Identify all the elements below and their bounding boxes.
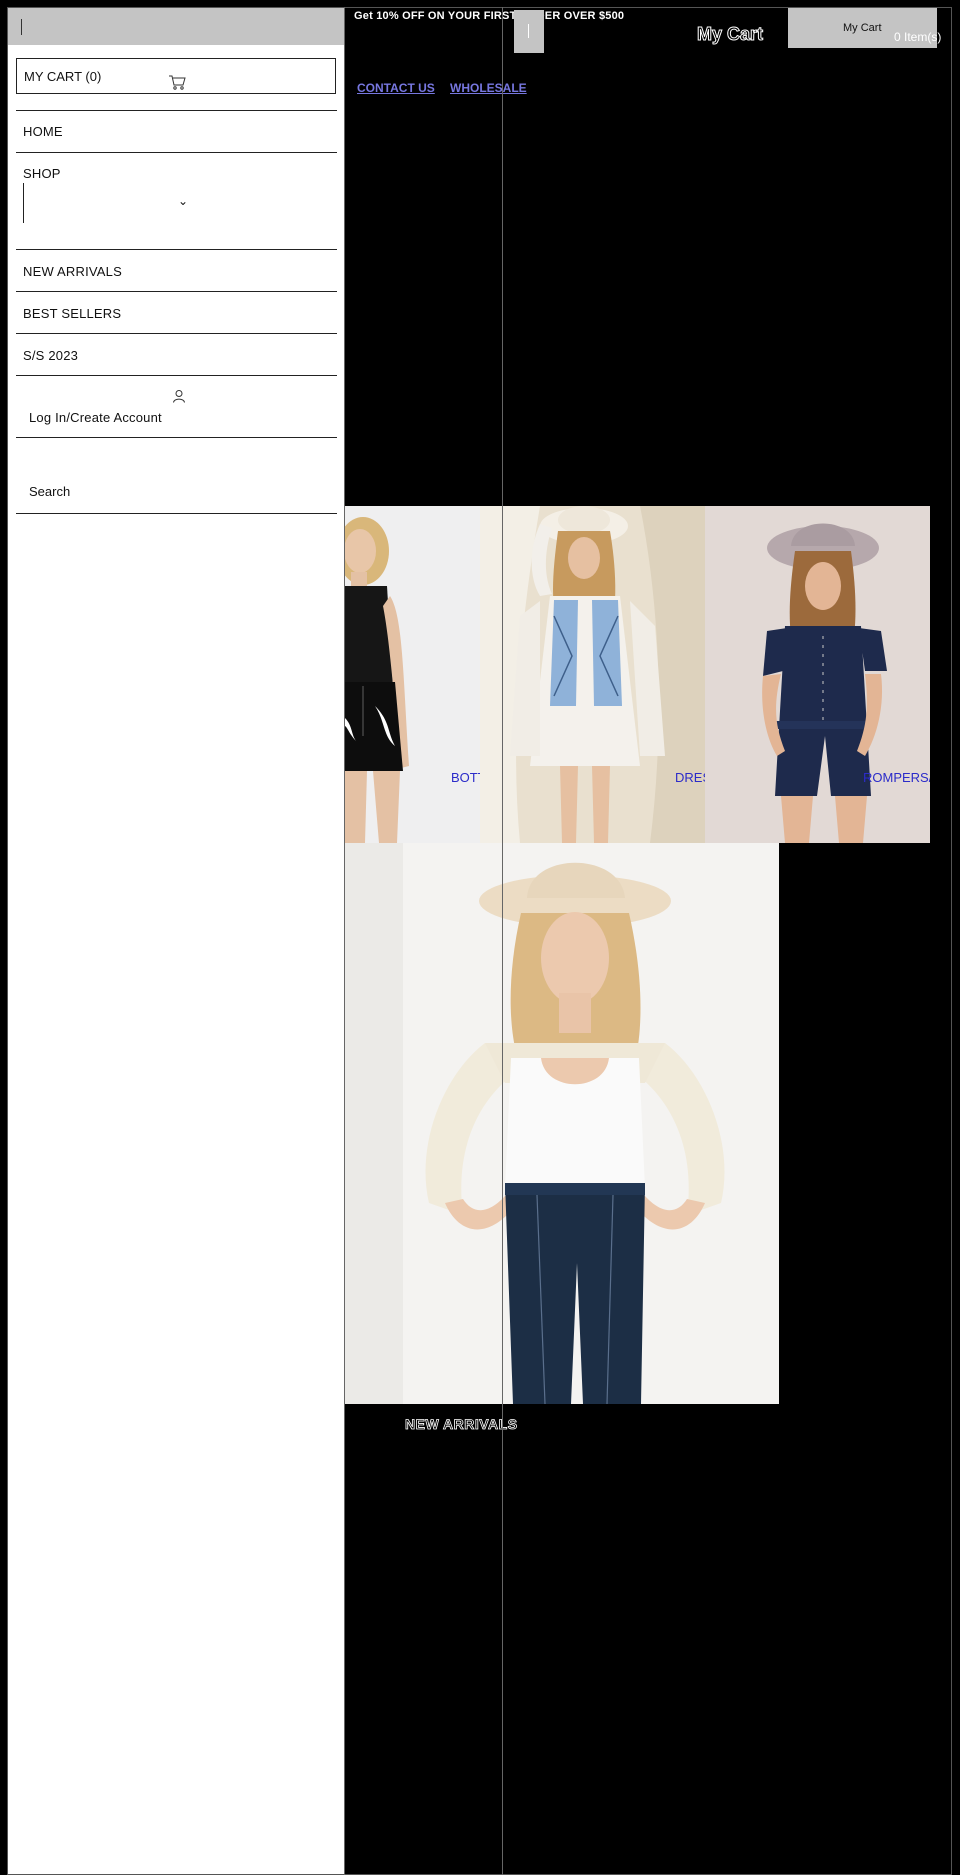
header-toggle-button[interactable]: [514, 10, 544, 53]
shop-dropdown[interactable]: ⌄: [23, 183, 193, 223]
nav-ss-2023[interactable]: S/S 2023: [23, 348, 78, 363]
rompers-photo: [705, 506, 930, 843]
my-cart-title: My Cart: [696, 24, 764, 45]
collection-label[interactable]: ROMPERS/J: [863, 770, 930, 785]
chevron-down-icon: ⌄: [178, 194, 189, 208]
collection-label[interactable]: BOTT: [451, 770, 480, 785]
divider: [16, 152, 337, 153]
user-icon: [173, 390, 185, 403]
drawer-cart-label: MY CART (0): [24, 69, 102, 84]
text-cursor: [528, 24, 529, 38]
drawer-cart-button[interactable]: MY CART (0): [16, 58, 336, 94]
divider: [16, 513, 337, 514]
new-arrivals-heading: NEW ARRIVALS: [405, 1416, 518, 1433]
collection-carousel: BOTT DRES: [345, 506, 930, 843]
cart-item-count: 0 Item(s): [894, 30, 942, 44]
collection-tile-bottoms[interactable]: BOTT: [345, 506, 480, 843]
divider: [16, 291, 337, 292]
wholesale-link[interactable]: WHOLESALE: [450, 81, 527, 95]
divider: [16, 110, 337, 111]
my-cart-button-label: My Cart: [843, 22, 882, 34]
text-cursor: [21, 19, 22, 35]
collection-tile-rompers[interactable]: ROMPERS/J: [705, 506, 930, 843]
drawer-header-bar: [8, 8, 345, 45]
bottoms-photo: [345, 506, 480, 843]
nav-shop[interactable]: SHOP: [23, 166, 61, 181]
featured-hero-image[interactable]: [345, 843, 779, 1404]
divider: [16, 437, 337, 438]
dresses-photo: [480, 506, 705, 843]
divider: [16, 333, 337, 334]
divider: [16, 249, 337, 250]
login-link[interactable]: Log In/Create Account: [29, 410, 162, 425]
divider-line: [344, 7, 345, 1875]
nav-best-sellers[interactable]: BEST SELLERS: [23, 306, 121, 321]
divider-line: [502, 7, 503, 1875]
nav-home[interactable]: HOME: [23, 124, 63, 139]
dropdown-border: [23, 183, 24, 223]
cart-icon: [169, 75, 186, 90]
collection-tile-dresses[interactable]: DRES: [480, 506, 705, 843]
drawer-search-field[interactable]: Search: [29, 484, 70, 499]
contact-us-link[interactable]: CONTACT US: [357, 81, 435, 95]
collection-label[interactable]: DRES: [675, 770, 705, 785]
nav-new-arrivals[interactable]: NEW ARRIVALS: [23, 264, 122, 279]
hero-photo: [345, 843, 779, 1404]
side-drawer: MY CART (0) HOME SHOP ⌄ NEW ARRIVALS BES…: [8, 8, 345, 1875]
promo-banner: Get 10% OFF ON YOUR FIRST ORDER OVER $50…: [354, 10, 625, 22]
divider: [16, 375, 337, 376]
